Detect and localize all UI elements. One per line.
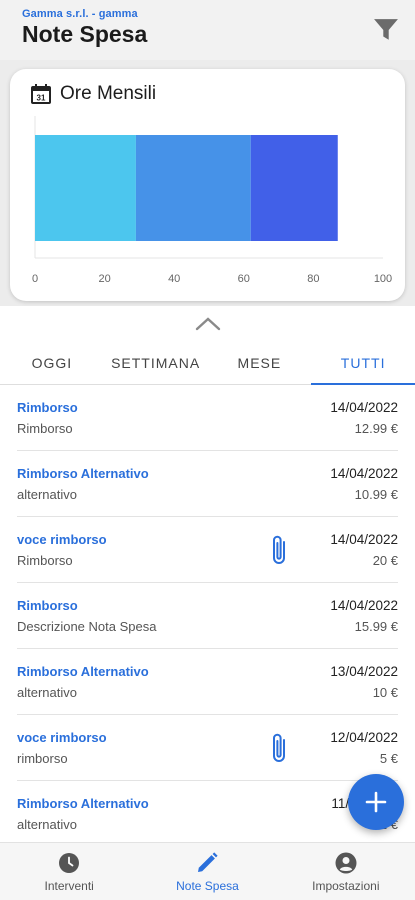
chart-tick-label: 20 bbox=[98, 273, 110, 285]
list-item[interactable]: Rimborso Alternativo alternativo 13/04/2… bbox=[17, 649, 398, 715]
expense-description: Descrizione Nota Spesa bbox=[17, 619, 157, 634]
expense-date: 12/04/2022 bbox=[330, 730, 398, 745]
expense-amount: 5 € bbox=[379, 751, 398, 766]
period-tabs: OGGI SETTIMANA MESE TUTTI bbox=[0, 341, 415, 385]
nav-item-interventi[interactable]: Interventi bbox=[0, 843, 138, 900]
hours-chart: 0 20 40 60 80 100 bbox=[32, 116, 392, 285]
expense-date: 14/04/2022 bbox=[330, 400, 398, 415]
chart-bar-segment[interactable] bbox=[250, 135, 338, 241]
filter-icon[interactable] bbox=[373, 18, 399, 42]
expense-amount: 10 € bbox=[372, 685, 398, 700]
bottom-nav: Interventi Note Spesa Impostazioni bbox=[0, 842, 415, 900]
expense-amount: 12.99 € bbox=[354, 421, 398, 436]
chevron-up-icon[interactable] bbox=[195, 316, 221, 331]
add-expense-button[interactable] bbox=[348, 774, 404, 830]
nav-item-note-spesa[interactable]: Note Spesa bbox=[138, 843, 276, 900]
plus-icon bbox=[365, 791, 387, 813]
expense-description: Rimborso bbox=[17, 421, 73, 436]
expense-description: alternativo bbox=[17, 685, 77, 700]
expense-description: alternativo bbox=[17, 817, 77, 832]
attachment-icon[interactable] bbox=[268, 731, 290, 765]
list-item[interactable]: Rimborso Descrizione Nota Spesa 14/04/20… bbox=[17, 583, 398, 649]
collapse-row bbox=[0, 306, 415, 341]
expense-amount: 15.99 € bbox=[354, 619, 398, 634]
clock-icon bbox=[59, 853, 80, 873]
hours-chart-card: 31 Ore Mensili 0 20 40 60 80 100 bbox=[10, 69, 405, 301]
expense-name: voce rimborso bbox=[17, 532, 107, 547]
tab-settimana[interactable]: SETTIMANA bbox=[104, 341, 208, 384]
expense-name: Rimborso bbox=[17, 598, 78, 613]
expense-date: 13/04/2022 bbox=[330, 664, 398, 679]
tab-oggi[interactable]: OGGI bbox=[0, 341, 104, 384]
company-name: Gamma s.r.l. - gamma bbox=[22, 8, 138, 20]
pencil-icon bbox=[198, 852, 219, 872]
nav-label: Impostazioni bbox=[312, 879, 380, 893]
chart-tick-label: 0 bbox=[32, 273, 38, 285]
expense-name: Rimborso Alternativo bbox=[17, 664, 149, 679]
nav-label: Interventi bbox=[44, 879, 94, 893]
chart-tick-label: 40 bbox=[168, 273, 180, 285]
expense-name: Rimborso Alternativo bbox=[17, 466, 149, 481]
chart-tick-label: 60 bbox=[238, 273, 250, 285]
chart-tick-label: 100 bbox=[374, 273, 392, 285]
chart-section: 31 Ore Mensili 0 20 40 60 80 100 bbox=[0, 60, 415, 306]
expense-name: Rimborso Alternativo bbox=[17, 796, 149, 811]
list-item[interactable]: Rimborso Alternativo alternativo 11/04/2… bbox=[17, 781, 398, 847]
tab-tutti[interactable]: TUTTI bbox=[311, 341, 415, 385]
app-header: Gamma s.r.l. - gamma Note Spesa bbox=[0, 0, 415, 60]
list-item[interactable]: Rimborso Alternativo alternativo 14/04/2… bbox=[17, 451, 398, 517]
expense-description: rimborso bbox=[17, 751, 68, 766]
expense-amount: 20 € bbox=[372, 553, 398, 568]
expense-name: voce rimborso bbox=[17, 730, 107, 745]
expense-amount: 10.99 € bbox=[354, 487, 398, 502]
expense-date: 14/04/2022 bbox=[330, 532, 398, 547]
expense-description: alternativo bbox=[17, 487, 77, 502]
expense-date: 14/04/2022 bbox=[330, 466, 398, 481]
expense-description: Rimborso bbox=[17, 553, 73, 568]
account-icon bbox=[335, 852, 357, 874]
tab-mese[interactable]: MESE bbox=[208, 341, 312, 384]
expense-list: Rimborso Rimborso 14/04/2022 12.99 € Rim… bbox=[0, 385, 415, 847]
chart-tick-label: 80 bbox=[307, 273, 319, 285]
nav-label: Note Spesa bbox=[176, 879, 239, 893]
list-item[interactable]: Rimborso Rimborso 14/04/2022 12.99 € bbox=[17, 385, 398, 451]
list-item[interactable]: voce rimborso Rimborso 14/04/2022 20 € bbox=[17, 517, 398, 583]
chart-bar-segment[interactable] bbox=[135, 135, 251, 241]
page-title: Note Spesa bbox=[22, 21, 148, 47]
chart-bar-segment[interactable] bbox=[35, 135, 136, 241]
attachment-icon[interactable] bbox=[268, 533, 290, 567]
list-item[interactable]: voce rimborso rimborso 12/04/2022 5 € bbox=[17, 715, 398, 781]
nav-item-impostazioni[interactable]: Impostazioni bbox=[277, 843, 415, 900]
expense-name: Rimborso bbox=[17, 400, 78, 415]
expense-date: 14/04/2022 bbox=[330, 598, 398, 613]
